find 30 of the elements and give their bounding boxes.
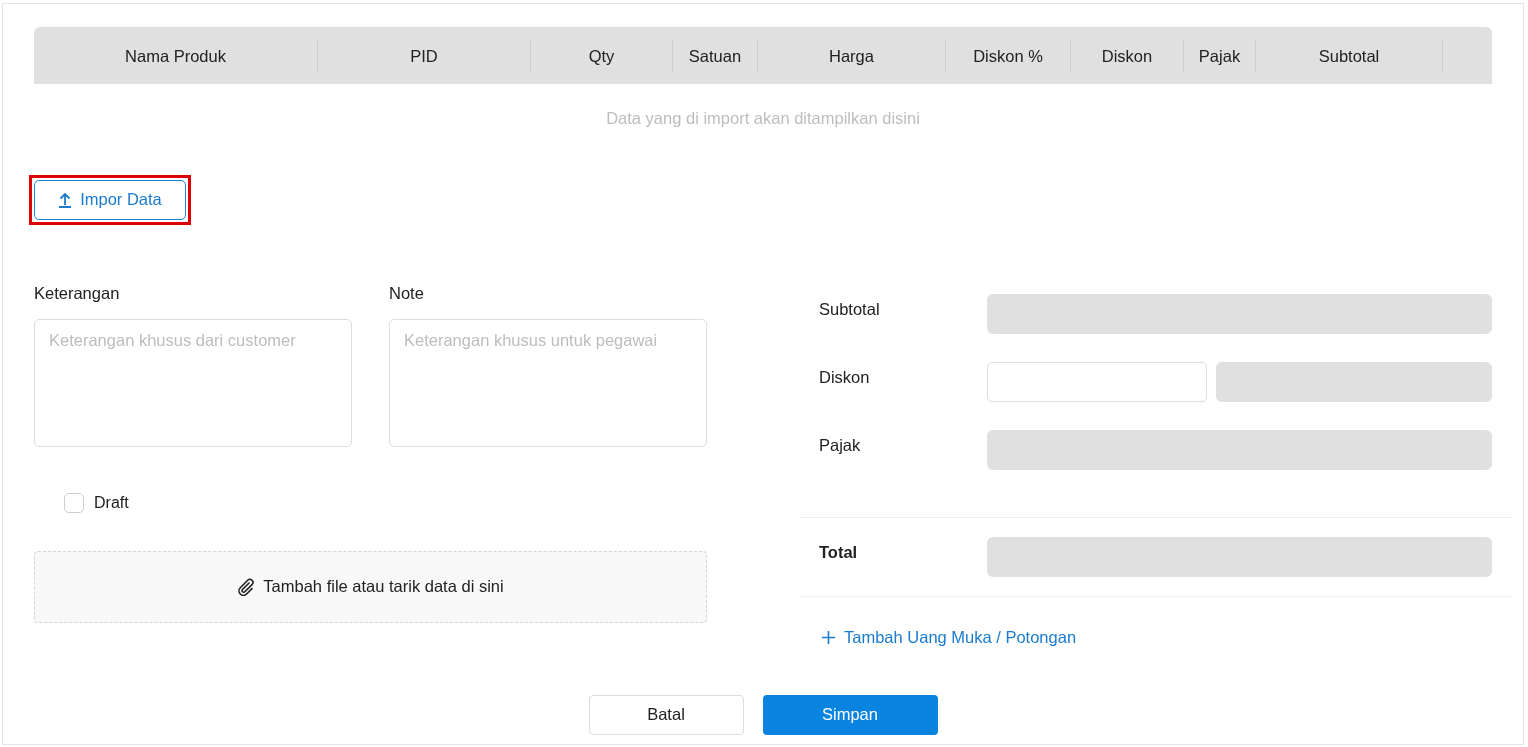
- total-label: Total: [819, 541, 859, 563]
- column-header: Diskon %: [946, 39, 1071, 72]
- paperclip-icon: [237, 577, 256, 596]
- summary-label: Pajak: [819, 434, 862, 456]
- column-header: Diskon: [1071, 39, 1184, 72]
- summary-label: Subtotal: [819, 298, 881, 320]
- file-dropzone[interactable]: Tambah file atau tarik data di sini: [34, 550, 707, 623]
- checkbox-label: Draft: [94, 492, 129, 513]
- input-field[interactable]: [987, 361, 1207, 402]
- draft-checkbox[interactable]: [64, 492, 84, 513]
- column-header: Subtotal: [1256, 39, 1443, 72]
- summary-label: Diskon: [819, 366, 871, 388]
- import-data-button[interactable]: Impor Data: [34, 179, 186, 220]
- add-down-payment-link[interactable]: Tambah Uang Muka / Potongan: [821, 624, 1077, 650]
- plus-icon: [821, 629, 836, 645]
- upload-icon: [58, 191, 73, 208]
- column-header: Harga: [758, 39, 946, 72]
- column-header: Satuan: [673, 39, 758, 72]
- save-button[interactable]: Simpan: [762, 694, 938, 735]
- column-header: Pajak: [1184, 39, 1256, 72]
- column-header: Nama Produk: [34, 39, 318, 72]
- column-header: Qty: [531, 39, 673, 72]
- keterangan-textarea[interactable]: Keterangan khusus dari customer: [34, 318, 352, 447]
- field-label: Keterangan: [34, 282, 121, 304]
- field-label: Note: [389, 282, 425, 304]
- note-textarea[interactable]: Keterangan khusus untuk pegawai: [389, 318, 707, 447]
- cancel-button[interactable]: Batal: [588, 694, 744, 735]
- dropzone-text: Tambah file atau tarik data di sini: [263, 576, 504, 598]
- empty-table-message: Data yang di import akan ditampilkan disini: [605, 108, 921, 129]
- column-header: PID: [318, 39, 531, 72]
